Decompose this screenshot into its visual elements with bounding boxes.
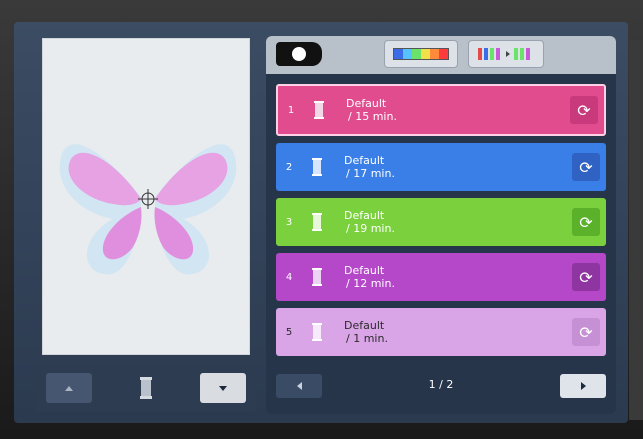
left-arrow-icon (296, 382, 302, 390)
refresh-icon: ⟳ (579, 212, 593, 232)
stitch-time: / 15 min. (348, 110, 397, 123)
refresh-icon: ⟳ (579, 267, 593, 287)
stitch-time: / 12 min. (346, 277, 395, 290)
change-color-button[interactable]: ⟳ (572, 153, 600, 181)
thread-spool-icon (302, 213, 332, 231)
thread-spool-icon (302, 158, 332, 176)
palette-icon (292, 47, 306, 61)
refresh-icon: ⟳ (579, 322, 593, 342)
bezel-edge (629, 40, 643, 420)
list-item[interactable]: 2 Default/ 17 min. ⟳ (276, 143, 606, 191)
prev-page-button[interactable] (276, 374, 322, 398)
color-number: 2 (285, 161, 293, 173)
list-item[interactable]: 1 Default/ 15 min. ⟳ (276, 84, 606, 136)
color-sort-icon (478, 48, 530, 60)
stitch-time: / 17 min. (346, 167, 395, 180)
refresh-icon: ⟳ (577, 100, 591, 120)
butterfly-design (59, 144, 237, 275)
stitch-time: / 19 min. (346, 222, 395, 235)
thread-name: Default (344, 264, 385, 277)
right-arrow-icon (580, 382, 586, 390)
next-page-button[interactable] (560, 374, 606, 398)
change-color-button[interactable]: ⟳ (572, 263, 600, 291)
color-number: 5 (285, 326, 293, 338)
thread-color-list: 1 Default/ 15 min. ⟳ 2 Default/ 17 min. … (276, 84, 606, 363)
design-preview (42, 38, 250, 355)
list-item[interactable]: 3 Default/ 19 min. ⟳ (276, 198, 606, 246)
stitch-time: / 1 min. (346, 332, 388, 345)
thread-spool-icon (140, 377, 152, 399)
color-sort-button[interactable] (468, 40, 544, 68)
color-number: 1 (287, 104, 295, 116)
color-number: 4 (285, 271, 293, 283)
down-arrow-icon (219, 385, 227, 391)
change-color-button[interactable]: ⟳ (570, 96, 598, 124)
thread-spool-icon (304, 101, 334, 119)
scroll-up-button[interactable] (46, 373, 92, 403)
thread-name: Default (344, 209, 385, 222)
thread-spool-icon (302, 323, 332, 341)
thread-name: Default (344, 154, 385, 167)
preview-controls (36, 364, 256, 412)
change-color-button[interactable]: ⟳ (572, 208, 600, 236)
palette-tab-button[interactable] (276, 42, 322, 66)
list-item[interactable]: 5 Default/ 1 min. ⟳ (276, 308, 606, 356)
thread-name: Default (344, 319, 385, 332)
color-bar-icon (393, 48, 449, 60)
thread-name: Default (346, 97, 387, 110)
page-indicator: 1 / 2 (428, 378, 454, 391)
up-arrow-icon (65, 385, 73, 391)
pager: 1 / 2 (276, 374, 606, 402)
change-color-button[interactable]: ⟳ (572, 318, 600, 346)
refresh-icon: ⟳ (579, 157, 593, 177)
list-item[interactable]: 4 Default/ 12 min. ⟳ (276, 253, 606, 301)
thread-spool-icon (302, 268, 332, 286)
scroll-down-button[interactable] (200, 373, 246, 403)
color-number: 3 (285, 216, 293, 228)
color-bar-button[interactable] (384, 40, 458, 68)
